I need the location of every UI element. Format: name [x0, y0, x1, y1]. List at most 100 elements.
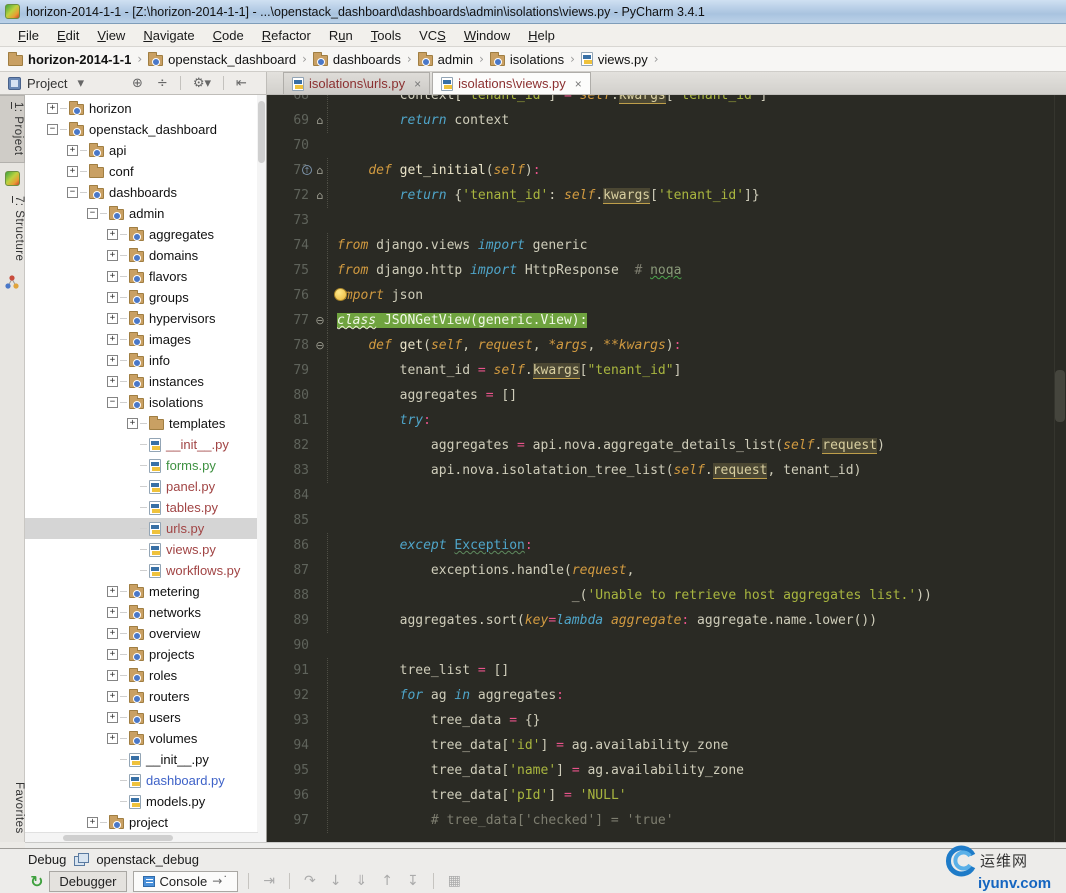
pycharm-tool-icon[interactable] [5, 171, 20, 186]
locate-file-button[interactable]: ⊕ [128, 76, 147, 91]
toolwindow-tab-structure[interactable]: 7: Structure [0, 190, 25, 267]
step-over-icon[interactable]: ↷ [300, 873, 320, 889]
collapse-icon[interactable]: − [47, 124, 58, 135]
expand-icon[interactable]: + [107, 334, 118, 345]
expand-icon[interactable]: + [107, 712, 118, 723]
menu-code[interactable]: Code [205, 26, 252, 45]
settings-gear-button[interactable]: ⚙▾ [189, 76, 215, 91]
project-view-dropdown[interactable]: ▾ [73, 76, 88, 91]
editor-tab-urls-py[interactable]: isolations\urls.py× [283, 72, 430, 94]
expand-icon[interactable]: + [127, 418, 138, 429]
menu-help[interactable]: Help [520, 26, 563, 45]
tree-item-info[interactable]: +info [25, 350, 266, 371]
close-tab-icon[interactable]: × [575, 77, 582, 91]
evaluate-expression-icon[interactable]: ▦ [444, 873, 465, 889]
gutter-fold-column[interactable]: ⌂↑ [313, 158, 327, 183]
tree-item-dashboard-py[interactable]: dashboard.py [25, 770, 266, 791]
tree-item--init-py[interactable]: __init__.py [25, 434, 266, 455]
expand-icon[interactable]: + [107, 607, 118, 618]
tree-item-models-py[interactable]: models.py [25, 791, 266, 812]
expand-icon[interactable]: + [47, 103, 58, 114]
breadcrumb-item-dashboards[interactable]: dashboards [311, 52, 403, 67]
expand-icon[interactable]: + [107, 292, 118, 303]
menu-edit[interactable]: Edit [49, 26, 87, 45]
tree-item-panel-py[interactable]: panel.py [25, 476, 266, 497]
tree-item--init-py[interactable]: __init__.py [25, 749, 266, 770]
tree-item-instances[interactable]: +instances [25, 371, 266, 392]
tree-item-tables-py[interactable]: tables.py [25, 497, 266, 518]
collapse-all-button[interactable]: ÷ [153, 76, 172, 91]
expand-icon[interactable]: + [107, 376, 118, 387]
tree-item-aggregates[interactable]: +aggregates [25, 224, 266, 245]
tree-item-networks[interactable]: +networks [25, 602, 266, 623]
tree-item-workflows-py[interactable]: workflows.py [25, 560, 266, 581]
tree-item-api[interactable]: +api [25, 140, 266, 161]
menu-file[interactable]: File [10, 26, 47, 45]
tree-item-templates[interactable]: +templates [25, 413, 266, 434]
gutter-fold-column[interactable]: ⊖ [313, 333, 327, 358]
rerun-button[interactable]: ↻ [30, 872, 43, 891]
expand-icon[interactable]: + [107, 250, 118, 261]
menu-vcs[interactable]: VCS [411, 26, 454, 45]
intention-bulb-icon[interactable] [334, 288, 347, 301]
breadcrumb-item-isolations[interactable]: isolations [488, 52, 566, 67]
tree-item-overview[interactable]: +overview [25, 623, 266, 644]
code-editor[interactable]: 68 context['tenant_id'] = self.kwargs['t… [267, 95, 1066, 842]
expand-icon[interactable]: + [107, 670, 118, 681]
expand-icon[interactable]: + [107, 628, 118, 639]
editor-vertical-scrollbar[interactable] [1054, 95, 1066, 842]
close-tab-icon[interactable]: × [414, 77, 421, 91]
run-to-cursor-icon[interactable]: ↧ [403, 873, 423, 889]
project-tree-vertical-scrollbar[interactable] [257, 95, 266, 842]
menu-run[interactable]: Run [321, 26, 361, 45]
expand-icon[interactable]: + [107, 229, 118, 240]
tree-item-forms-py[interactable]: forms.py [25, 455, 266, 476]
tree-item-flavors[interactable]: +flavors [25, 266, 266, 287]
tree-item-routers[interactable]: +routers [25, 686, 266, 707]
breadcrumb-item-horizon-2014-1-1[interactable]: horizon-2014-1-1 [6, 52, 133, 67]
gutter-fold-column[interactable]: ⊖ [313, 308, 327, 333]
expand-icon[interactable]: + [107, 586, 118, 597]
tree-item-metering[interactable]: +metering [25, 581, 266, 602]
breadcrumb-item-views-py[interactable]: views.py [579, 52, 650, 67]
editor-tab-views-py[interactable]: isolations\views.py× [432, 72, 591, 94]
menu-tools[interactable]: Tools [363, 26, 409, 45]
menu-view[interactable]: View [89, 26, 133, 45]
expand-icon[interactable]: + [107, 691, 118, 702]
tab-debugger[interactable]: Debugger [49, 871, 126, 892]
structure-icon[interactable] [5, 275, 20, 290]
tree-item-groups[interactable]: +groups [25, 287, 266, 308]
expand-icon[interactable]: + [67, 166, 78, 177]
tree-item-isolations[interactable]: −isolations [25, 392, 266, 413]
collapse-icon[interactable]: − [107, 397, 118, 408]
tree-item-conf[interactable]: +conf [25, 161, 266, 182]
tree-item-openstack-dashboard[interactable]: −openstack_dashboard [25, 119, 266, 140]
force-step-into-icon[interactable]: ⇓ [351, 873, 371, 889]
tree-item-views-py[interactable]: views.py [25, 539, 266, 560]
expand-icon[interactable]: + [107, 733, 118, 744]
expand-icon[interactable]: + [107, 271, 118, 282]
breadcrumb-item-openstack-dashboard[interactable]: openstack_dashboard [146, 52, 298, 67]
toolwindow-tab-favorites[interactable]: Favorites [0, 776, 25, 840]
tree-item-images[interactable]: +images [25, 329, 266, 350]
project-tree-panel[interactable]: +horizon−openstack_dashboard+api+conf−da… [25, 95, 267, 842]
breadcrumb-item-admin[interactable]: admin [416, 52, 475, 67]
expand-icon[interactable]: + [107, 649, 118, 660]
tree-item-projects[interactable]: +projects [25, 644, 266, 665]
gutter-fold-column[interactable]: ⌂ [313, 108, 327, 133]
toolwindow-tab-project[interactable]: 1: Project [0, 95, 25, 163]
collapse-icon[interactable]: − [67, 187, 78, 198]
tab-console[interactable]: Console →˙ [133, 871, 239, 892]
hide-panel-button[interactable]: ⇤ [232, 76, 251, 91]
show-execution-point-icon[interactable]: ⇥ [259, 873, 279, 889]
tree-item-admin[interactable]: −admin [25, 203, 266, 224]
tree-item-roles[interactable]: +roles [25, 665, 266, 686]
menu-navigate[interactable]: Navigate [135, 26, 202, 45]
step-into-icon[interactable]: ↓ [326, 873, 346, 889]
project-tree-horizontal-scrollbar[interactable] [25, 832, 258, 842]
expand-icon[interactable]: + [107, 313, 118, 324]
debug-session-name[interactable]: openstack_debug [96, 852, 199, 867]
step-out-icon[interactable]: ↑ [377, 873, 397, 889]
tree-item-domains[interactable]: +domains [25, 245, 266, 266]
gutter-fold-column[interactable]: ⌂ [313, 183, 327, 208]
